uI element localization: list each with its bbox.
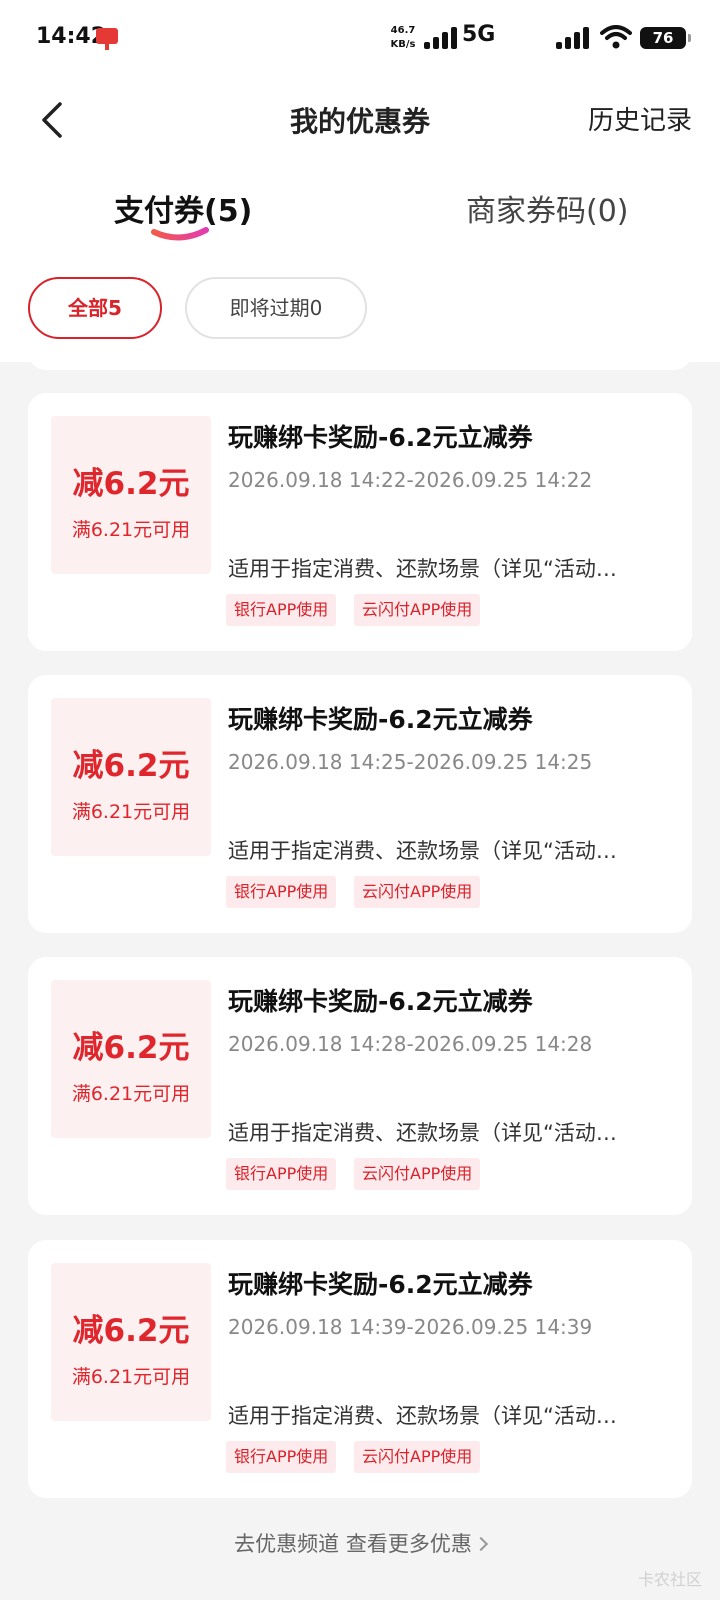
more-offers-link[interactable]: 去优惠频道 查看更多优惠 (0, 1528, 720, 1558)
tab-merchant-codes[interactable]: 商家券码(0) (466, 186, 629, 230)
coupon-card[interactable]: 减6.2元 满6.21元可用 玩赚绑卡奖励-6.2元立减券 2026.09.18… (28, 1240, 692, 1498)
coupon-title: 玩赚绑卡奖励-6.2元立减券 (228, 987, 533, 1016)
watermark: 卡农社区 (637, 1570, 702, 1589)
coupon-title: 玩赚绑卡奖励-6.2元立减券 (228, 1270, 533, 1299)
coupon-condition: 满6.21元可用 (71, 1366, 191, 1388)
coupon-amount-box: 减6.2元 满6.21元可用 (51, 1263, 211, 1421)
coupon-title: 玩赚绑卡奖励-6.2元立减券 (228, 705, 533, 734)
tag-yunshanfu-app: 云闪付APP使用 (354, 876, 481, 908)
coupon-description: 适用于指定消费、还款场景（详见“活动… (228, 1121, 617, 1145)
wifi-icon (600, 25, 632, 49)
coupon-amount: 减6.2元 (72, 1030, 190, 1066)
coupon-card[interactable]: 减6.2元 满6.21元可用 玩赚绑卡奖励-6.2元立减券 2026.09.18… (28, 393, 692, 651)
coupon-condition: 满6.21元可用 (71, 1083, 191, 1105)
status-bar: 14:42 46.7 KB/s 5G 76 (0, 0, 720, 80)
coupon-amount: 减6.2元 (72, 466, 190, 502)
coupon-amount-box: 减6.2元 满6.21元可用 (51, 980, 211, 1138)
network-type: 5G (462, 22, 496, 47)
active-tab-indicator (151, 227, 209, 241)
coupon-amount: 减6.2元 (72, 1313, 190, 1349)
filter-all-chip[interactable]: 全部5 (28, 277, 162, 339)
tag-bank-app: 银行APP使用 (226, 594, 337, 626)
coupon-validity-period: 2026.09.18 14:25-2026.09.25 14:25 (228, 750, 593, 774)
tag-yunshanfu-app: 云闪付APP使用 (354, 1441, 481, 1473)
network-speed-unit: KB/s (390, 39, 416, 50)
history-records-link[interactable]: 历史记录 (588, 100, 692, 137)
coupon-description: 适用于指定消费、还款场景（详见“活动… (228, 839, 617, 863)
tag-bank-app: 银行APP使用 (226, 1158, 337, 1190)
tag-yunshanfu-app: 云闪付APP使用 (354, 594, 481, 626)
coupon-validity-period: 2026.09.18 14:28-2026.09.25 14:28 (228, 1032, 593, 1056)
battery-icon: 76 (640, 27, 691, 49)
coupon-description: 适用于指定消费、还款场景（详见“活动… (228, 1404, 617, 1428)
coupon-condition: 满6.21元可用 (71, 519, 191, 541)
network-speed-value: 46.7 (390, 25, 416, 36)
tag-bank-app: 银行APP使用 (226, 1441, 337, 1473)
coupon-amount: 减6.2元 (72, 748, 190, 784)
coupon-validity-period: 2026.09.18 14:22-2026.09.25 14:22 (228, 468, 593, 492)
signal-icon (424, 27, 457, 49)
filter-expiring-chip[interactable]: 即将过期0 (185, 277, 367, 339)
chevron-right-icon (473, 1536, 488, 1552)
coupon-card[interactable]: 减6.2元 满6.21元可用 玩赚绑卡奖励-6.2元立减券 2026.09.18… (28, 957, 692, 1215)
app-notification-icon (96, 28, 118, 50)
coupon-condition: 满6.21元可用 (71, 801, 191, 823)
more-offers-label: 去优惠频道 查看更多优惠 (234, 1532, 472, 1556)
coupon-title: 玩赚绑卡奖励-6.2元立减券 (228, 423, 533, 452)
coupon-amount-box: 减6.2元 满6.21元可用 (51, 416, 211, 574)
signal-icon (556, 27, 589, 49)
coupon-description: 适用于指定消费、还款场景（详见“活动… (228, 557, 617, 581)
coupon-card-partial (28, 340, 692, 370)
tab-payment-coupons[interactable]: 支付券(5) (114, 186, 252, 230)
coupon-validity-period: 2026.09.18 14:39-2026.09.25 14:39 (228, 1315, 593, 1339)
coupon-amount-box: 减6.2元 满6.21元可用 (51, 698, 211, 856)
coupon-card[interactable]: 减6.2元 满6.21元可用 玩赚绑卡奖励-6.2元立减券 2026.09.18… (28, 675, 692, 933)
network-speed: 46.7 KB/s (382, 24, 424, 52)
tag-bank-app: 银行APP使用 (226, 876, 337, 908)
tag-yunshanfu-app: 云闪付APP使用 (354, 1158, 481, 1190)
